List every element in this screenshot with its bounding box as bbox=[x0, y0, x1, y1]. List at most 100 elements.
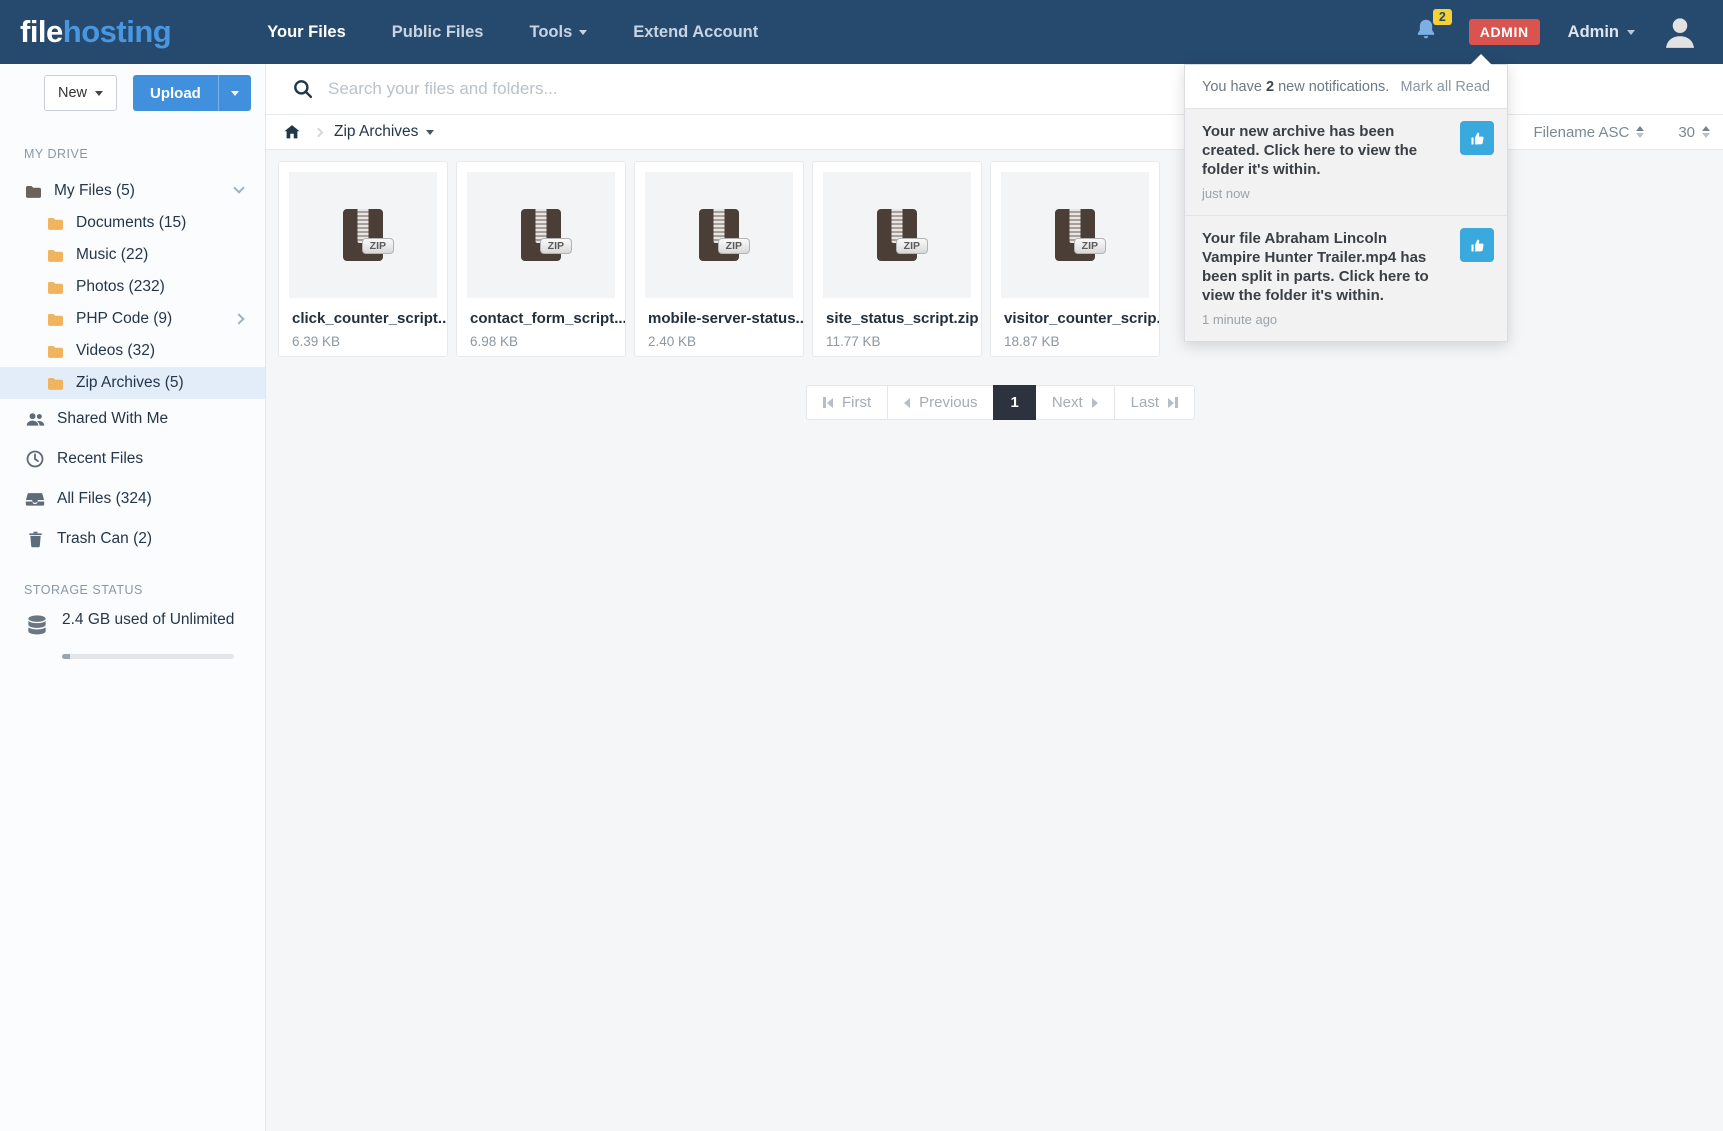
chevron-down-icon bbox=[579, 30, 587, 35]
file-thumbnail: ZIP bbox=[467, 172, 615, 298]
zip-file-icon: ZIP bbox=[877, 209, 917, 261]
chevron-down-icon[interactable] bbox=[233, 182, 244, 193]
nav-tools-dropdown[interactable]: Tools bbox=[529, 23, 587, 42]
breadcrumb-current-folder[interactable]: Zip Archives bbox=[334, 123, 434, 141]
file-card[interactable]: ZIP visitor_counter_scrip... 18.87 KB bbox=[990, 161, 1160, 357]
sidebar-item-photos[interactable]: Photos (232) bbox=[0, 271, 265, 303]
folder-icon bbox=[46, 374, 65, 393]
file-size: 6.39 KB bbox=[279, 334, 447, 349]
sidebar-item-music[interactable]: Music (22) bbox=[0, 239, 265, 271]
home-icon[interactable] bbox=[283, 123, 301, 141]
file-thumbnail: ZIP bbox=[823, 172, 971, 298]
folder-icon bbox=[46, 278, 65, 297]
notification-text[interactable]: Your new archive has been created. Click… bbox=[1202, 122, 1490, 179]
file-name: site_status_script.zip bbox=[813, 310, 981, 327]
storage-usage-text: 2.4 GB used of Unlimited bbox=[62, 611, 234, 629]
folder-icon bbox=[46, 214, 65, 233]
view-controls: Filename ASC 30 bbox=[1489, 121, 1723, 143]
notifications-dropdown: You have 2 new notifications. Mark all R… bbox=[1184, 64, 1508, 342]
notification-text[interactable]: Your file Abraham Lincoln Vampire Hunter… bbox=[1202, 229, 1490, 305]
acknowledge-notification-button[interactable] bbox=[1460, 228, 1494, 262]
pagination-previous-button[interactable]: Previous bbox=[887, 385, 994, 420]
dropdown-arrow bbox=[1470, 54, 1492, 65]
sidebar-item-my-files[interactable]: My Files (5) bbox=[0, 175, 265, 207]
main-nav: Your Files Public Files Tools Extend Acc… bbox=[267, 23, 758, 42]
thumbs-up-icon bbox=[1469, 130, 1486, 147]
avatar[interactable] bbox=[1661, 13, 1699, 51]
file-card[interactable]: ZIP site_status_script.zip 11.77 KB bbox=[812, 161, 982, 357]
chevron-right-icon[interactable] bbox=[233, 313, 244, 324]
people-icon bbox=[24, 409, 46, 430]
upload-options-toggle[interactable] bbox=[218, 75, 251, 111]
storage-status: 2.4 GB used of Unlimited bbox=[0, 611, 265, 659]
notification-item[interactable]: Your new archive has been created. Click… bbox=[1185, 108, 1507, 215]
file-size: 2.40 KB bbox=[635, 334, 803, 349]
navbar-right: 2 ADMIN Admin bbox=[1413, 13, 1723, 51]
breadcrumb-separator bbox=[314, 127, 324, 137]
file-card[interactable]: ZIP click_counter_script.... 6.39 KB bbox=[278, 161, 448, 357]
zip-file-icon: ZIP bbox=[521, 209, 561, 261]
file-size: 11.77 KB bbox=[813, 334, 981, 349]
chevron-down-icon bbox=[95, 91, 103, 96]
notification-time: 1 minute ago bbox=[1202, 312, 1490, 327]
new-button[interactable]: New bbox=[44, 75, 117, 111]
folder-icon bbox=[46, 246, 65, 265]
arrow-left-icon bbox=[904, 398, 910, 408]
zip-file-icon: ZIP bbox=[699, 209, 739, 261]
sidebar-item-videos[interactable]: Videos (32) bbox=[0, 335, 265, 367]
file-thumbnail: ZIP bbox=[289, 172, 437, 298]
sidebar-item-all-files[interactable]: All Files (324) bbox=[0, 479, 265, 519]
folder-icon bbox=[24, 182, 43, 201]
arrow-right-icon bbox=[1092, 398, 1098, 408]
upload-button[interactable]: Upload bbox=[133, 75, 251, 111]
sidebar-item-php-code[interactable]: PHP Code (9) bbox=[0, 303, 265, 335]
nav-extend-account[interactable]: Extend Account bbox=[633, 23, 758, 42]
pagination-page-1-button[interactable]: 1 bbox=[993, 385, 1035, 420]
app-logo[interactable]: filehosting bbox=[20, 14, 171, 50]
notifications-header: You have 2 new notifications. Mark all R… bbox=[1185, 65, 1507, 108]
file-thumbnail: ZIP bbox=[1001, 172, 1149, 298]
search-icon bbox=[292, 78, 314, 100]
notifications-summary: You have 2 new notifications. bbox=[1202, 79, 1389, 95]
folder-icon bbox=[46, 342, 65, 361]
notification-item[interactable]: Your file Abraham Lincoln Vampire Hunter… bbox=[1185, 215, 1507, 341]
mark-all-read-link[interactable]: Mark all Read bbox=[1401, 79, 1490, 95]
thumbs-up-icon bbox=[1469, 237, 1486, 254]
chevron-down-icon bbox=[1627, 30, 1635, 35]
pagination-first-button[interactable]: First bbox=[806, 385, 888, 420]
sort-arrows-icon bbox=[1702, 126, 1710, 138]
sidebar-item-zip-archives[interactable]: Zip Archives (5) bbox=[0, 367, 265, 399]
file-name: mobile-server-status... bbox=[635, 310, 803, 327]
nav-public-files[interactable]: Public Files bbox=[392, 23, 484, 42]
sidebar-item-documents[interactable]: Documents (15) bbox=[0, 207, 265, 239]
sidebar-item-trash-can[interactable]: Trash Can (2) bbox=[0, 519, 265, 559]
notification-time: just now bbox=[1202, 186, 1490, 201]
sort-order-control[interactable]: Filename ASC bbox=[1533, 124, 1644, 141]
chevron-down-icon bbox=[426, 130, 434, 135]
pagination-next-button[interactable]: Next bbox=[1035, 385, 1115, 420]
storage-progress-bar bbox=[62, 654, 234, 659]
notification-count-badge: 2 bbox=[1433, 9, 1452, 25]
file-size: 18.87 KB bbox=[991, 334, 1159, 349]
admin-role-badge: ADMIN bbox=[1469, 19, 1540, 45]
drive-icon bbox=[24, 489, 46, 509]
top-navbar: filehosting Your Files Public Files Tool… bbox=[0, 0, 1723, 64]
sidebar-item-shared-with-me[interactable]: Shared With Me bbox=[0, 399, 265, 439]
skip-last-icon bbox=[1168, 397, 1178, 408]
file-card[interactable]: ZIP contact_form_script.... 6.98 KB bbox=[456, 161, 626, 357]
sidebar: New Upload MY DRIVE My Files (5) Documen… bbox=[0, 64, 266, 1131]
folder-icon bbox=[46, 310, 65, 329]
search-input[interactable] bbox=[328, 79, 1723, 99]
sidebar-item-recent-files[interactable]: Recent Files bbox=[0, 439, 265, 479]
zip-file-icon: ZIP bbox=[343, 209, 383, 261]
zip-file-icon: ZIP bbox=[1055, 209, 1095, 261]
page-size-control[interactable]: 30 bbox=[1678, 124, 1710, 141]
user-menu[interactable]: Admin bbox=[1568, 23, 1635, 42]
pagination: First Previous 1 Next Last bbox=[806, 385, 1195, 420]
nav-your-files[interactable]: Your Files bbox=[267, 23, 346, 42]
acknowledge-notification-button[interactable] bbox=[1460, 121, 1494, 155]
notifications-bell-button[interactable]: 2 bbox=[1413, 17, 1439, 48]
database-icon bbox=[24, 613, 50, 644]
file-card[interactable]: ZIP mobile-server-status... 2.40 KB bbox=[634, 161, 804, 357]
pagination-last-button[interactable]: Last bbox=[1114, 385, 1195, 420]
